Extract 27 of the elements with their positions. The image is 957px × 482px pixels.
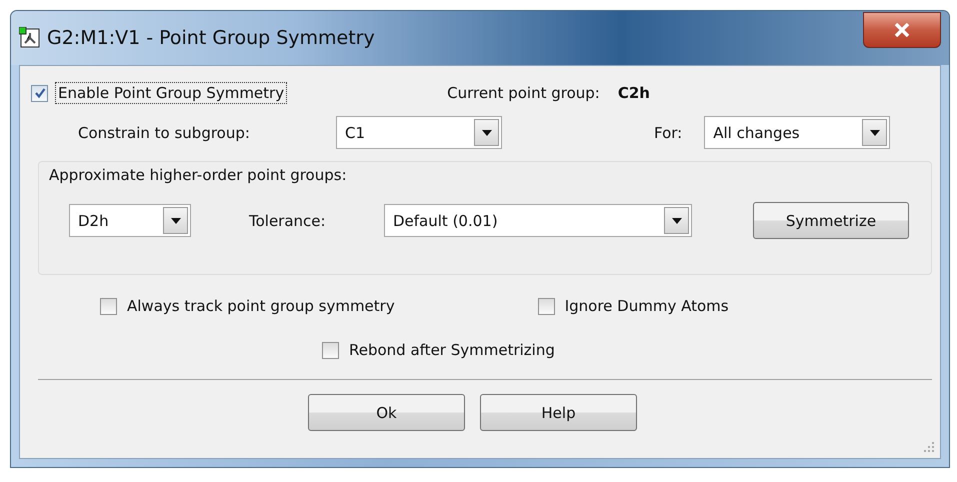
dialog-button[interactable]: Ok <box>308 394 465 431</box>
tolerance-label: Tolerance: <box>249 212 327 230</box>
window-title: G2:M1:V1 - Point Group Symmetry <box>47 27 375 49</box>
checkbox-label: Ignore Dummy Atoms <box>564 296 730 317</box>
caret-icon <box>170 218 180 224</box>
close-button[interactable] <box>863 12 941 48</box>
group-title: Approximate higher-order point groups: <box>49 166 347 184</box>
constrain-label: Constrain to subgroup: <box>78 124 251 142</box>
caret-icon <box>482 130 492 136</box>
app-icon <box>19 27 41 49</box>
dropdown[interactable]: Default (0.01) <box>384 204 692 237</box>
dropdown[interactable]: C1 <box>336 116 502 149</box>
checkbox[interactable]: Ignore Dummy Atoms <box>538 295 732 317</box>
symmetrize-button[interactable]: Symmetrize <box>753 202 909 239</box>
dialog-button[interactable]: Help <box>480 394 637 431</box>
resize-grip-icon <box>924 442 934 452</box>
caret-icon <box>870 130 880 136</box>
dropdown[interactable]: All changes <box>704 116 890 149</box>
current-group-label: Current point group: <box>447 84 600 102</box>
close-icon <box>894 23 910 37</box>
checkbox-label: Rebond after Symmetrizing <box>348 340 556 361</box>
caret-icon <box>672 218 682 224</box>
current-group-value: C2h <box>618 84 650 102</box>
checkmark-icon <box>34 87 46 99</box>
checkbox[interactable]: Rebond after Symmetrizing <box>322 339 558 361</box>
dropdown[interactable]: D2h <box>69 204 191 237</box>
for-label: For: <box>654 124 682 142</box>
